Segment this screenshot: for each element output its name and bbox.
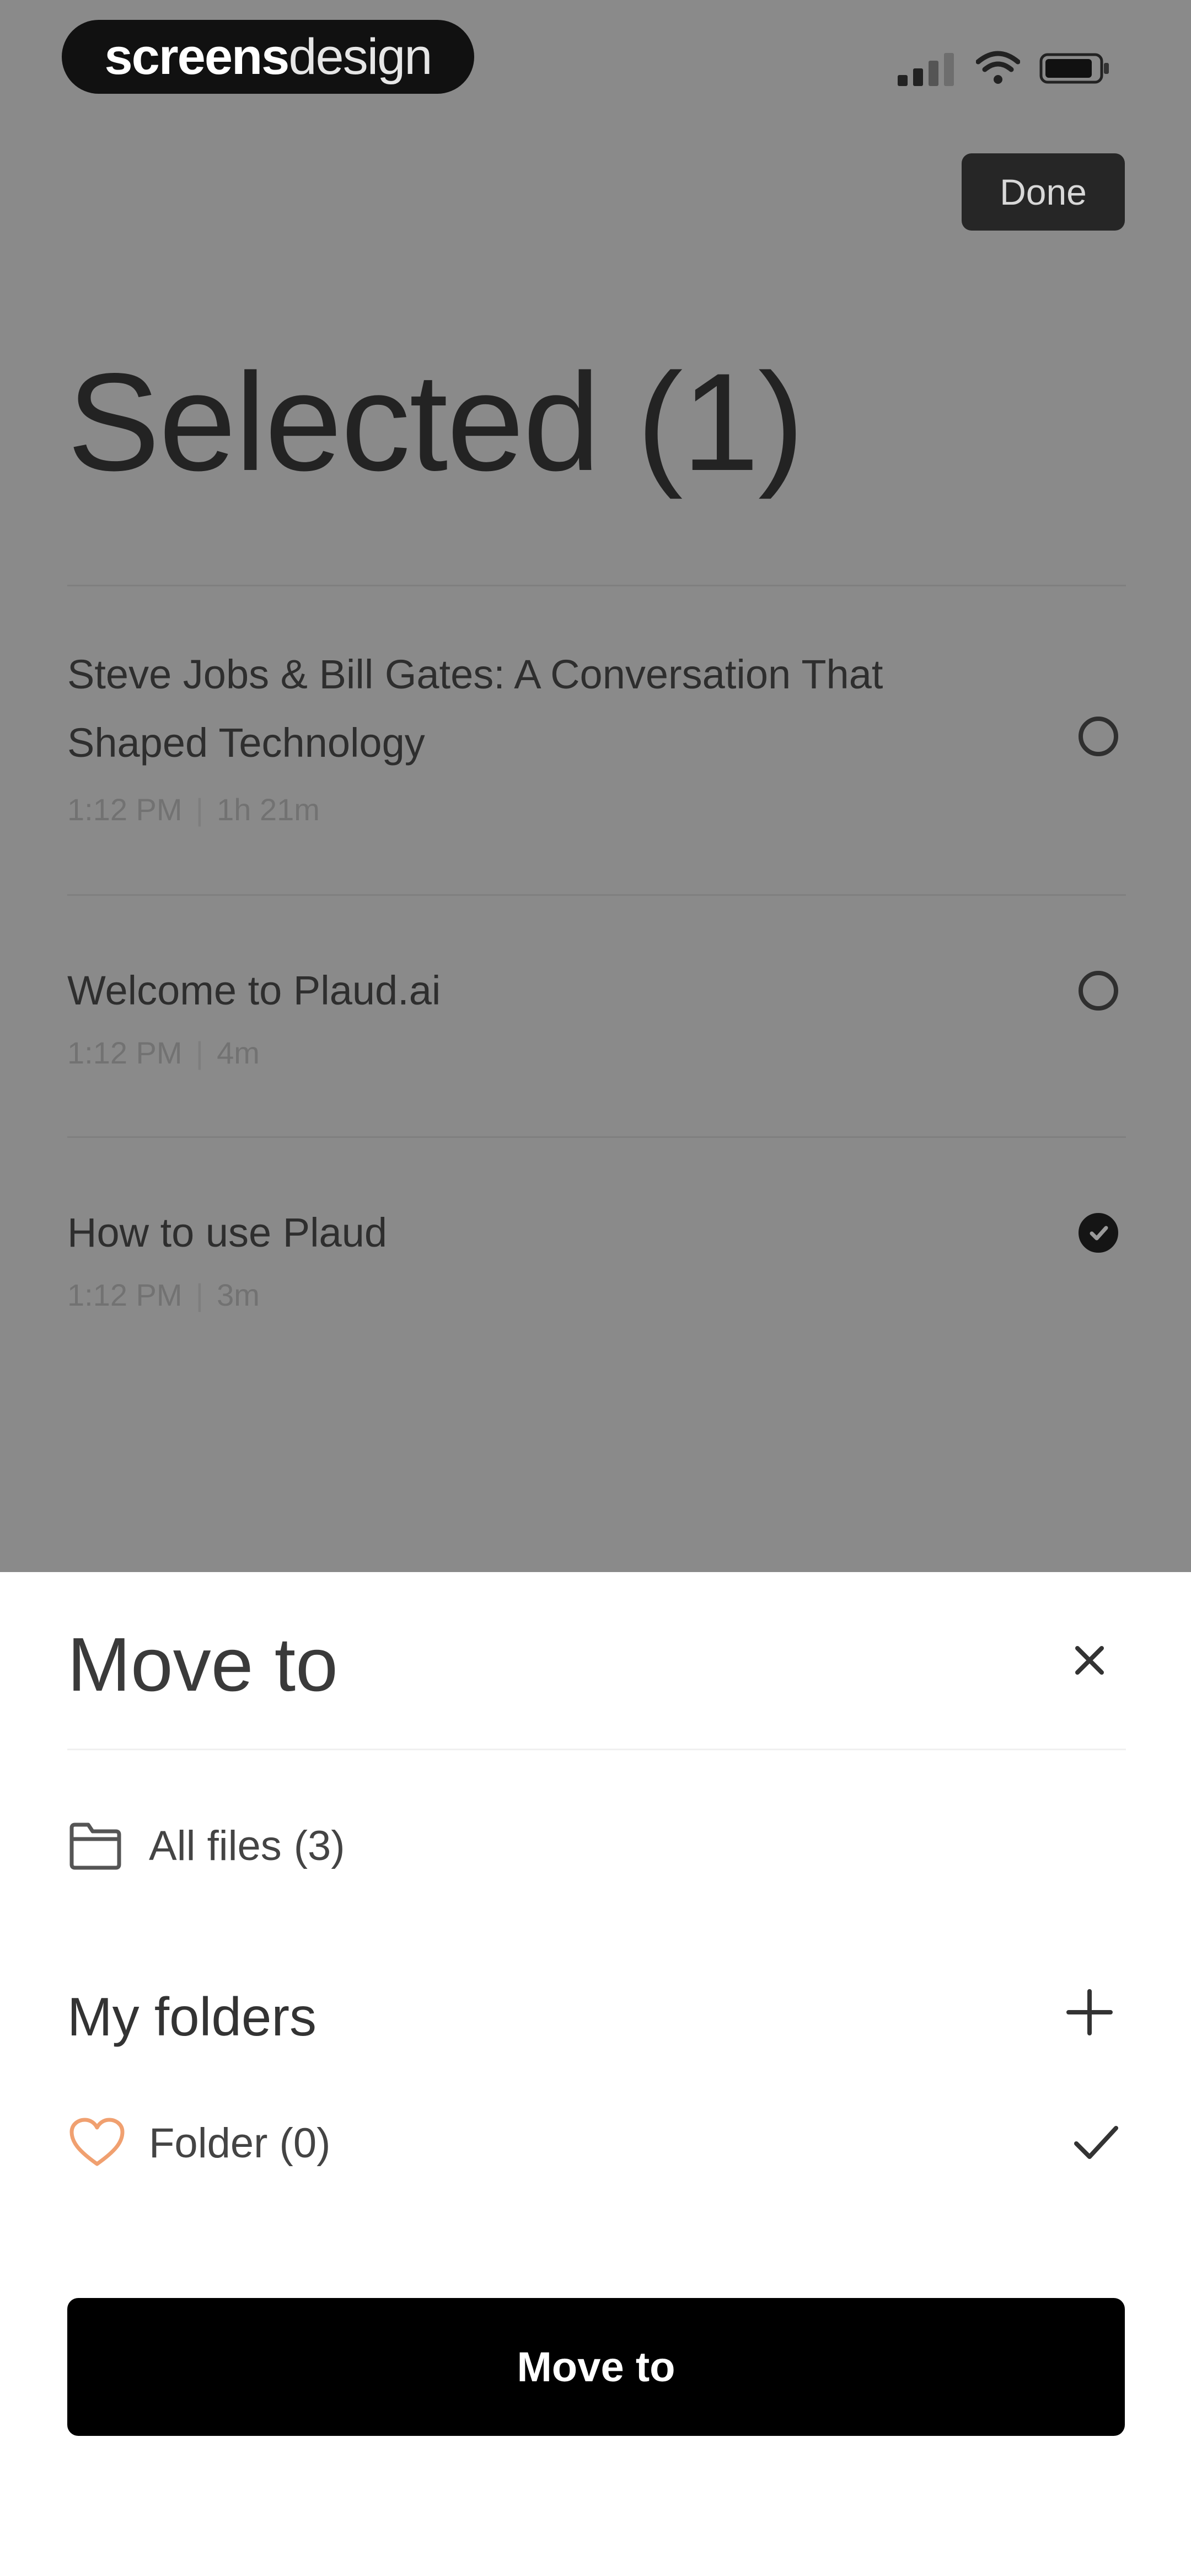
battery-icon — [1039, 53, 1109, 84]
recording-title: Steve Jobs & Bill Gates: A Conversation … — [67, 651, 883, 766]
logo-text-bold: screens — [104, 28, 290, 85]
folder-icon — [69, 1823, 121, 1870]
page-title: Selected (1) — [67, 345, 804, 500]
divider — [67, 1749, 1126, 1750]
check-icon — [1074, 2126, 1118, 2159]
brand-logo: screens design — [62, 20, 474, 94]
folder-row[interactable]: Folder (0) — [67, 2113, 1126, 2173]
sheet-title: Move to — [67, 1622, 338, 1707]
wifi-icon — [976, 51, 1020, 84]
selection-radio[interactable] — [1079, 717, 1118, 756]
recording-duration: 4m — [217, 1035, 260, 1070]
logo-text-light: design — [288, 28, 432, 85]
recording-title: How to use Plaud — [67, 1210, 388, 1255]
recording-meta: 1:12 PM | 4m — [67, 1035, 260, 1071]
recording-list: Steve Jobs & Bill Gates: A Conversation … — [67, 585, 1126, 1378]
recording-duration: 1h 21m — [217, 792, 320, 827]
done-button[interactable]: Done — [962, 153, 1125, 231]
checkmark-icon — [1090, 1226, 1108, 1241]
move-to-sheet: Move to All files (3) My folders Folder … — [0, 1572, 1191, 2576]
meta-separator: | — [195, 1035, 204, 1070]
recording-item[interactable]: How to use Plaud 1:12 PM | 3m — [67, 1138, 1126, 1378]
my-folders-title: My folders — [67, 1986, 317, 2047]
recording-time: 1:12 PM — [67, 1278, 183, 1312]
recording-duration: 3m — [217, 1278, 260, 1312]
all-files-label: All files — [149, 1822, 282, 1869]
recording-meta: 1:12 PM | 3m — [67, 1277, 260, 1313]
heart-icon — [69, 2118, 125, 2166]
move-to-button[interactable]: Move to — [67, 2298, 1125, 2436]
recording-item[interactable]: Steve Jobs & Bill Gates: A Conversation … — [67, 586, 1126, 896]
add-icon[interactable] — [1064, 1987, 1115, 2038]
recording-time: 1:12 PM — [67, 792, 183, 827]
all-files-row[interactable]: All files (3) — [67, 1815, 345, 1877]
selection-radio-checked[interactable] — [1079, 1213, 1118, 1253]
recording-time: 1:12 PM — [67, 1035, 183, 1070]
meta-separator: | — [195, 792, 204, 827]
recording-item[interactable]: Welcome to Plaud.ai 1:12 PM | 4m — [67, 896, 1126, 1138]
selection-radio[interactable] — [1079, 971, 1118, 1011]
cellular-signal-icon — [898, 53, 954, 86]
folder-label: Folder (0) — [149, 2119, 331, 2167]
meta-separator: | — [195, 1278, 204, 1312]
recording-meta: 1:12 PM | 1h 21m — [67, 792, 320, 827]
recording-title: Welcome to Plaud.ai — [67, 968, 441, 1013]
close-icon[interactable] — [1070, 1640, 1109, 1680]
all-files-count: (3) — [293, 1822, 345, 1869]
dimmed-screen: screens design Done Selected (1) Steve Jo… — [0, 0, 1191, 1572]
